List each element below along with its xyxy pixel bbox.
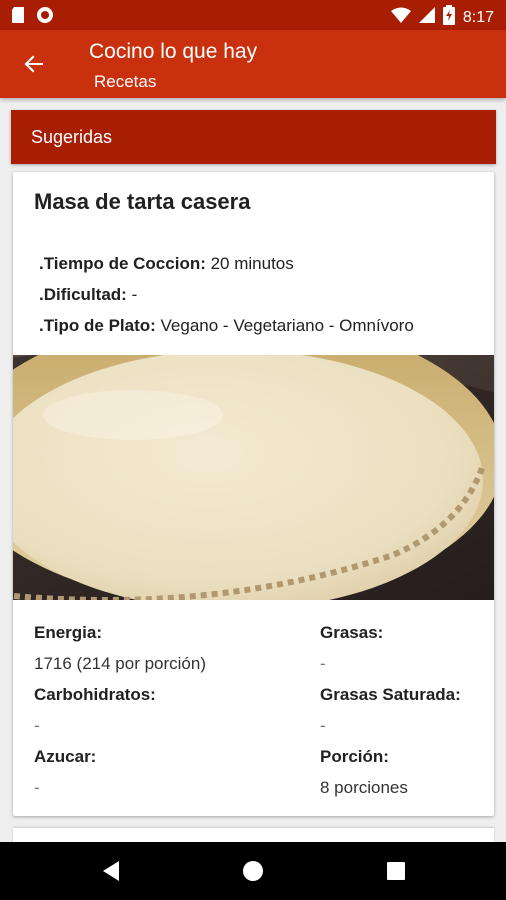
meta-label: .Dificultad: <box>39 285 127 304</box>
meta-difficulty: .Dificultad: - <box>39 285 137 305</box>
meta-value: - <box>126 285 138 304</box>
nutrition-azucar-label: Azucar: <box>34 747 97 766</box>
next-recipe-card[interactable] <box>13 828 494 842</box>
arrow-back-icon <box>24 55 43 73</box>
nutrition-carbohidratos-label: Carbohidratos: <box>34 685 156 704</box>
status-time: 8:17 <box>462 8 494 26</box>
recipe-title: Masa de tarta casera <box>34 189 251 214</box>
nutrition-grasas-value: - <box>320 654 326 673</box>
status-bar: 8:17 <box>0 0 506 30</box>
nutrition-grasas-label: Grasas: <box>320 623 384 642</box>
nutrition-energia-value: 1716 (214 por porción) <box>34 654 207 673</box>
app-subtitle: Recetas <box>94 72 157 91</box>
navigation-bar <box>0 842 506 900</box>
nutrition-grasas-saturada-value: - <box>320 716 326 735</box>
nav-back-button[interactable] <box>96 856 126 886</box>
recipe-card[interactable]: Masa de tarta casera .Tiempo de Coccion:… <box>13 172 494 816</box>
section-title: Sugeridas <box>31 127 113 147</box>
nav-recents-button[interactable] <box>381 856 411 886</box>
record-icon <box>36 6 54 29</box>
recipe-image <box>13 355 494 600</box>
meta-label: .Tiempo de Coccion: <box>39 254 206 273</box>
nutrition-energia-label: Energia: <box>34 623 103 642</box>
app-title: Cocino lo que hay <box>89 40 258 63</box>
square-recents-icon <box>387 862 405 880</box>
back-button[interactable] <box>14 44 54 84</box>
signal-icon <box>418 7 435 28</box>
meta-value: 20 minutos <box>205 254 294 273</box>
nutrition-porcion-value: 8 porciones <box>320 778 408 797</box>
battery-icon <box>442 5 455 30</box>
meta-label: .Tipo de Plato: <box>39 316 156 335</box>
sd-card-icon <box>10 6 26 29</box>
app-bar: Cocino lo que hay Recetas <box>0 30 506 98</box>
nav-home-button[interactable] <box>238 856 268 886</box>
meta-dish-type: .Tipo de Plato: Vegano - Vegetariano - O… <box>39 316 414 336</box>
nutrition-carbohidratos-value: - <box>34 716 40 735</box>
circle-home-icon <box>243 861 263 881</box>
section-header-sugeridas: Sugeridas <box>11 110 496 164</box>
meta-cooking-time: .Tiempo de Coccion: 20 minutos <box>39 254 294 274</box>
wifi-icon <box>390 7 411 28</box>
nutrition-azucar-value: - <box>34 778 40 797</box>
meta-value: Vegano - Vegetariano - Omnívoro <box>155 316 414 335</box>
triangle-back-icon <box>103 861 119 881</box>
nutrition-porcion-label: Porción: <box>320 747 389 766</box>
nutrition-grasas-saturada-label: Grasas Saturada: <box>320 685 461 704</box>
